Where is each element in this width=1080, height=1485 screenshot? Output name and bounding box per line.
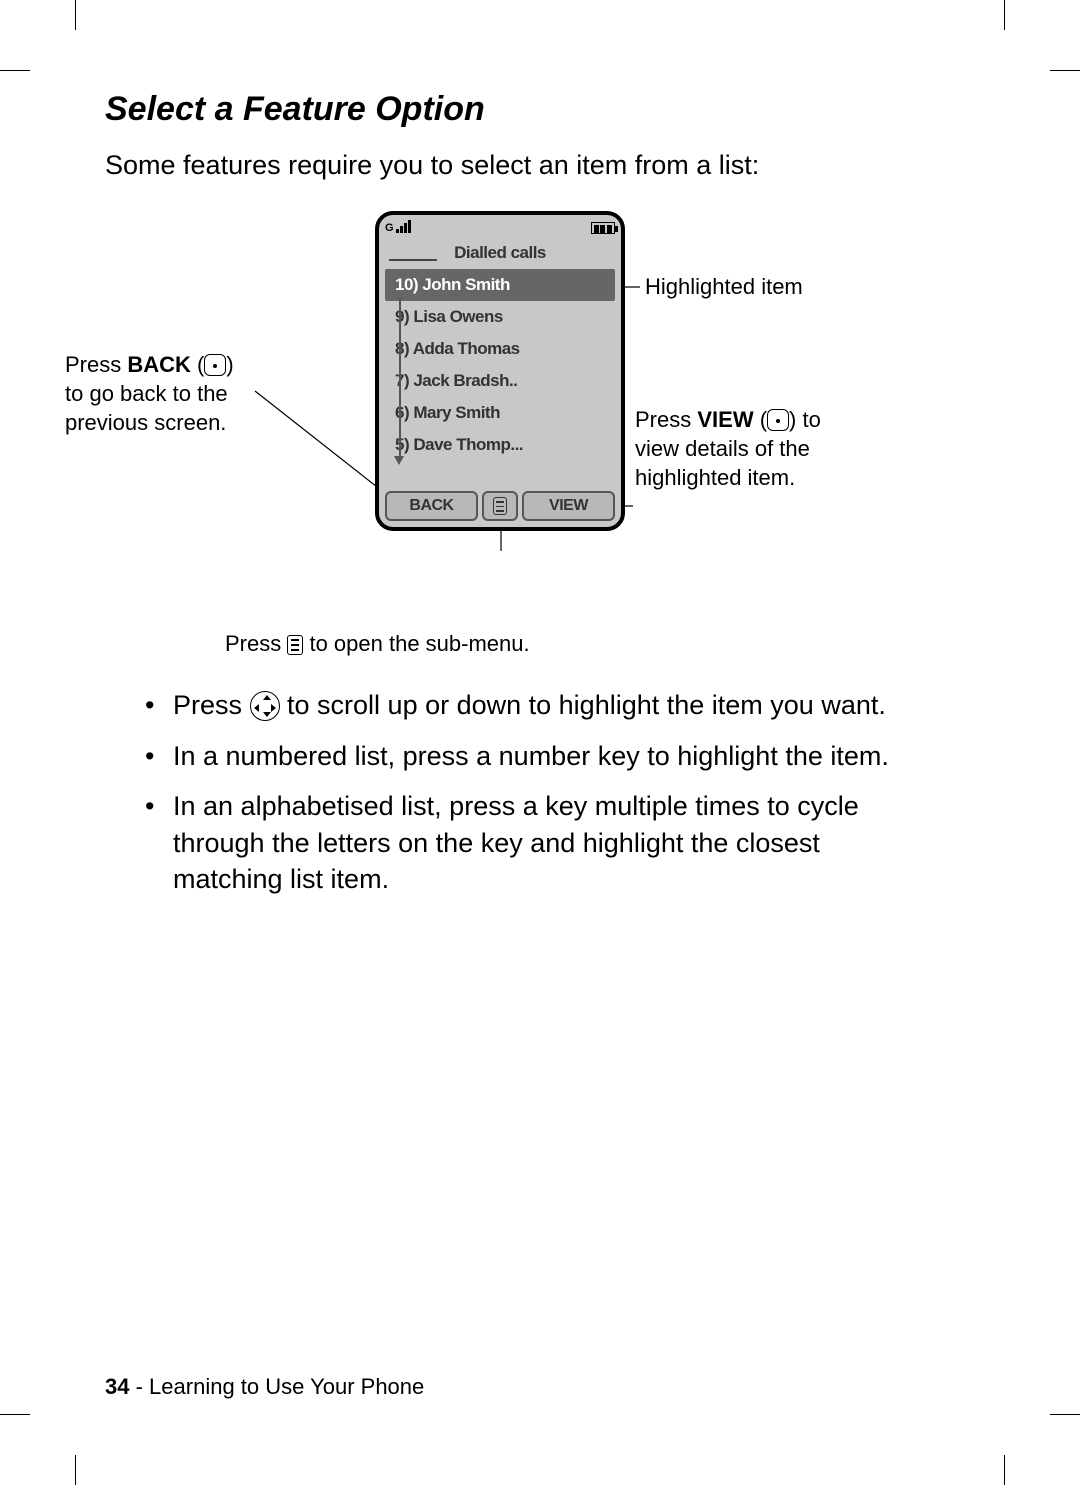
instruction-item: In an alphabetised list, press a key mul… <box>145 788 925 897</box>
list-item[interactable]: 5) Dave Thomp... <box>385 429 615 461</box>
softkey-icon <box>204 354 226 376</box>
phone-screen: G Dialled calls 10) John Smith 9) Lisa O… <box>375 211 625 531</box>
nav-icon <box>250 691 280 721</box>
list-item[interactable]: 10) John Smith <box>385 269 615 301</box>
call-list: 10) John Smith 9) Lisa Owens 8) Adda Tho… <box>379 269 621 461</box>
callout-view: Press VIEW () to view details of the hig… <box>635 406 845 492</box>
list-item[interactable]: 7) Jack Bradsh.. <box>385 365 615 397</box>
list-item[interactable]: 9) Lisa Owens <box>385 301 615 333</box>
softkey-back[interactable]: BACK <box>385 491 478 521</box>
chapter-title: Learning to Use Your Phone <box>149 1374 424 1399</box>
list-item[interactable]: 6) Mary Smith <box>385 397 615 429</box>
menu-icon <box>287 635 303 655</box>
battery-icon <box>591 222 615 234</box>
page-number: 34 <box>105 1374 129 1399</box>
softkey-icon <box>767 409 789 431</box>
instruction-list: Press to scroll up or down to highlight … <box>105 687 925 897</box>
menu-icon <box>493 497 507 515</box>
callout-menu: Press to open the sub-menu. <box>225 631 925 657</box>
list-item[interactable]: 8) Adda Thomas <box>385 333 615 365</box>
callout-highlighted: Highlighted item <box>645 273 825 302</box>
softkey-view[interactable]: VIEW <box>522 491 615 521</box>
intro-text: Some features require you to select an i… <box>105 147 925 183</box>
callout-back: Press BACK () to go back to the previous… <box>65 351 255 437</box>
signal-icon: G <box>385 219 411 238</box>
phone-diagram: Press BACK () to go back to the previous… <box>105 211 925 611</box>
page-footer: 34 - Learning to Use Your Phone <box>105 1374 424 1400</box>
screen-title: Dialled calls <box>379 241 621 269</box>
instruction-item: Press to scroll up or down to highlight … <box>145 687 925 723</box>
page-content: Select a Feature Option Some features re… <box>105 90 925 912</box>
section-heading: Select a Feature Option <box>105 90 925 129</box>
menu-key[interactable] <box>482 491 518 521</box>
status-bar: G <box>379 215 621 241</box>
instruction-item: In a numbered list, press a number key t… <box>145 738 925 774</box>
softkey-bar: BACK VIEW <box>385 491 615 521</box>
